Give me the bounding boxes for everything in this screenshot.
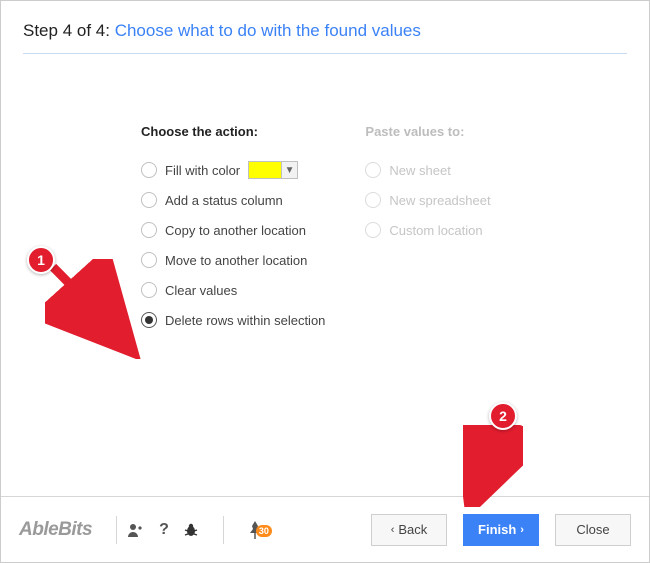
- step-title: Choose what to do with the found values: [115, 21, 421, 40]
- radio-icon: [365, 162, 381, 178]
- radio-label: Fill with color: [165, 163, 240, 178]
- brand-logo: AbleBits: [19, 519, 92, 541]
- step-prefix: Step 4 of 4:: [23, 21, 115, 40]
- button-label: Back: [398, 522, 427, 537]
- badge-count: 30: [256, 525, 272, 537]
- radio-label: Clear values: [165, 283, 237, 298]
- color-picker[interactable]: ▼: [248, 161, 298, 179]
- radio-icon: [141, 162, 157, 178]
- radio-delete-rows[interactable]: Delete rows within selection: [141, 305, 325, 335]
- radio-fill-color[interactable]: Fill with color ▼: [141, 155, 325, 185]
- button-label: Finish: [478, 522, 516, 537]
- radio-new-spreadsheet: New spreadsheet: [365, 185, 490, 215]
- footer-divider: [223, 516, 224, 544]
- footer-divider: [116, 516, 117, 544]
- radio-icon: [141, 222, 157, 238]
- radio-icon: [141, 312, 157, 328]
- color-swatch-yellow: [249, 162, 281, 178]
- help-icon[interactable]: ?: [159, 521, 169, 539]
- radio-label: Add a status column: [165, 193, 283, 208]
- wizard-step-header: Step 4 of 4: Choose what to do with the …: [23, 21, 627, 41]
- chevron-right-icon: ›: [520, 524, 524, 536]
- action-heading: Choose the action:: [141, 124, 325, 139]
- radio-new-sheet: New sheet: [365, 155, 490, 185]
- radio-icon: [365, 222, 381, 238]
- radio-icon: [141, 252, 157, 268]
- radio-label: New spreadsheet: [389, 193, 490, 208]
- wizard-footer: AbleBits ? 30 ‹ Back Finish › Close: [1, 496, 649, 562]
- close-button[interactable]: Close: [555, 514, 631, 546]
- radio-move-location[interactable]: Move to another location: [141, 245, 325, 275]
- radio-custom-location: Custom location: [365, 215, 490, 245]
- radio-clear-values[interactable]: Clear values: [141, 275, 325, 305]
- bug-icon[interactable]: [183, 522, 199, 538]
- people-icon[interactable]: [127, 522, 145, 538]
- pin-icon[interactable]: 30: [248, 521, 262, 539]
- annotation-callout-2: 2: [489, 402, 517, 430]
- options-area: Choose the action: Fill with color ▼ Add…: [141, 124, 627, 335]
- footer-buttons: ‹ Back Finish › Close: [371, 514, 631, 546]
- button-label: Close: [576, 522, 609, 537]
- radio-icon: [365, 192, 381, 208]
- radio-label: Custom location: [389, 223, 482, 238]
- footer-icons: ? 30: [127, 516, 262, 544]
- chevron-down-icon: ▼: [281, 162, 297, 178]
- action-column: Choose the action: Fill with color ▼ Add…: [141, 124, 325, 335]
- header-divider: [23, 53, 627, 54]
- annotation-callout-1: 1: [27, 246, 55, 274]
- radio-label: New sheet: [389, 163, 450, 178]
- radio-icon: [141, 282, 157, 298]
- radio-add-status-column[interactable]: Add a status column: [141, 185, 325, 215]
- radio-label: Copy to another location: [165, 223, 306, 238]
- chevron-left-icon: ‹: [391, 524, 395, 536]
- radio-icon: [141, 192, 157, 208]
- radio-label: Move to another location: [165, 253, 307, 268]
- radio-copy-location[interactable]: Copy to another location: [141, 215, 325, 245]
- back-button[interactable]: ‹ Back: [371, 514, 447, 546]
- paste-heading: Paste values to:: [365, 124, 490, 139]
- radio-label: Delete rows within selection: [165, 313, 325, 328]
- finish-button[interactable]: Finish ›: [463, 514, 539, 546]
- annotation-arrow-2: [463, 425, 523, 507]
- annotation-arrow-1: [45, 259, 141, 359]
- paste-column: Paste values to: New sheet New spreadshe…: [365, 124, 490, 335]
